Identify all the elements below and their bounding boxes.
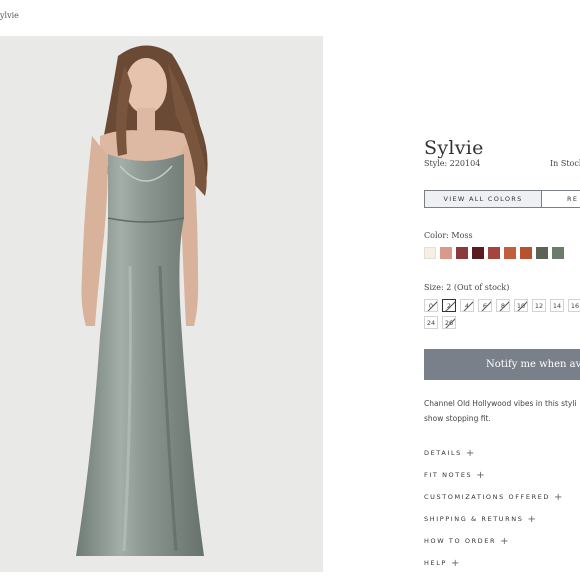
color-label: Color: Moss [424,231,473,240]
accordion-item-label: FIT NOTES [424,471,473,479]
accordion-item[interactable]: FIT NOTES + [424,464,562,486]
details-accordion: DETAILS + FIT NOTES + CUSTOMIZATIONS OFFERED… [424,442,562,574]
plus-icon: + [500,535,509,547]
accordion-item[interactable]: DETAILS + [424,442,562,464]
accordion-item-label: DETAILS [424,449,462,457]
plus-icon: + [476,469,485,481]
color-swatch[interactable] [456,247,468,259]
secondary-button[interactable]: RE [542,190,580,208]
accordion-item[interactable]: SHIPPING & RETURNS + [424,508,562,530]
size-option[interactable]: 14 [550,299,564,312]
product-photo[interactable] [0,36,323,572]
plus-icon: + [465,447,475,459]
style-number: Style: 220104 [424,159,481,168]
size-options: 0 2 4 6 8 10 12 14 16 24 26 [424,299,580,329]
color-swatch[interactable] [472,247,484,259]
size-option[interactable]: 10 [514,299,528,312]
plus-icon: + [554,491,563,503]
notify-me-button[interactable]: Notify me when avail [424,349,580,380]
plus-icon: + [450,557,460,569]
size-option[interactable]: 4 [460,299,474,312]
size-option[interactable]: 26 [442,316,456,329]
size-label: Size: 2 (Out of stock) [424,283,510,292]
view-all-colors-button[interactable]: VIEW ALL COLORS [424,190,542,208]
color-swatch[interactable] [536,247,548,259]
model-wearing-dress-image [76,45,208,556]
product-title: Sylvie [424,136,484,159]
color-swatch[interactable] [440,247,452,259]
color-swatch[interactable] [520,247,532,259]
product-description: Channel Old Hollywood vibes in this styl… [424,399,577,423]
accordion-item[interactable]: HOW TO ORDER + [424,530,562,552]
accordion-item[interactable]: CUSTOMIZATIONS OFFERED + [424,486,562,508]
size-option[interactable]: 16 [568,299,580,312]
color-swatch[interactable] [552,247,564,259]
accordion-item[interactable]: HELP + [424,552,562,574]
size-option[interactable]: 6 [478,299,492,312]
product-action-buttons: VIEW ALL COLORS RE [424,190,580,208]
accordion-item-label: CUSTOMIZATIONS OFFERED [424,493,551,501]
size-option[interactable]: 2 [442,299,456,312]
breadcrumb[interactable]: ylvie [0,11,19,20]
size-option[interactable]: 12 [532,299,546,312]
color-swatch[interactable] [504,247,516,259]
accordion-item-label: HELP [424,559,447,567]
stock-status: In Stock [550,159,580,168]
accordion-item-label: HOW TO ORDER [424,537,497,545]
size-option[interactable]: 24 [424,316,438,329]
size-option[interactable]: 8 [496,299,510,312]
color-swatch[interactable] [424,247,436,259]
size-option[interactable]: 0 [424,299,438,312]
plus-icon: + [527,513,536,525]
accordion-item-label: SHIPPING & RETURNS [424,515,524,523]
color-swatch[interactable] [488,247,500,259]
color-swatch-list [424,247,564,259]
